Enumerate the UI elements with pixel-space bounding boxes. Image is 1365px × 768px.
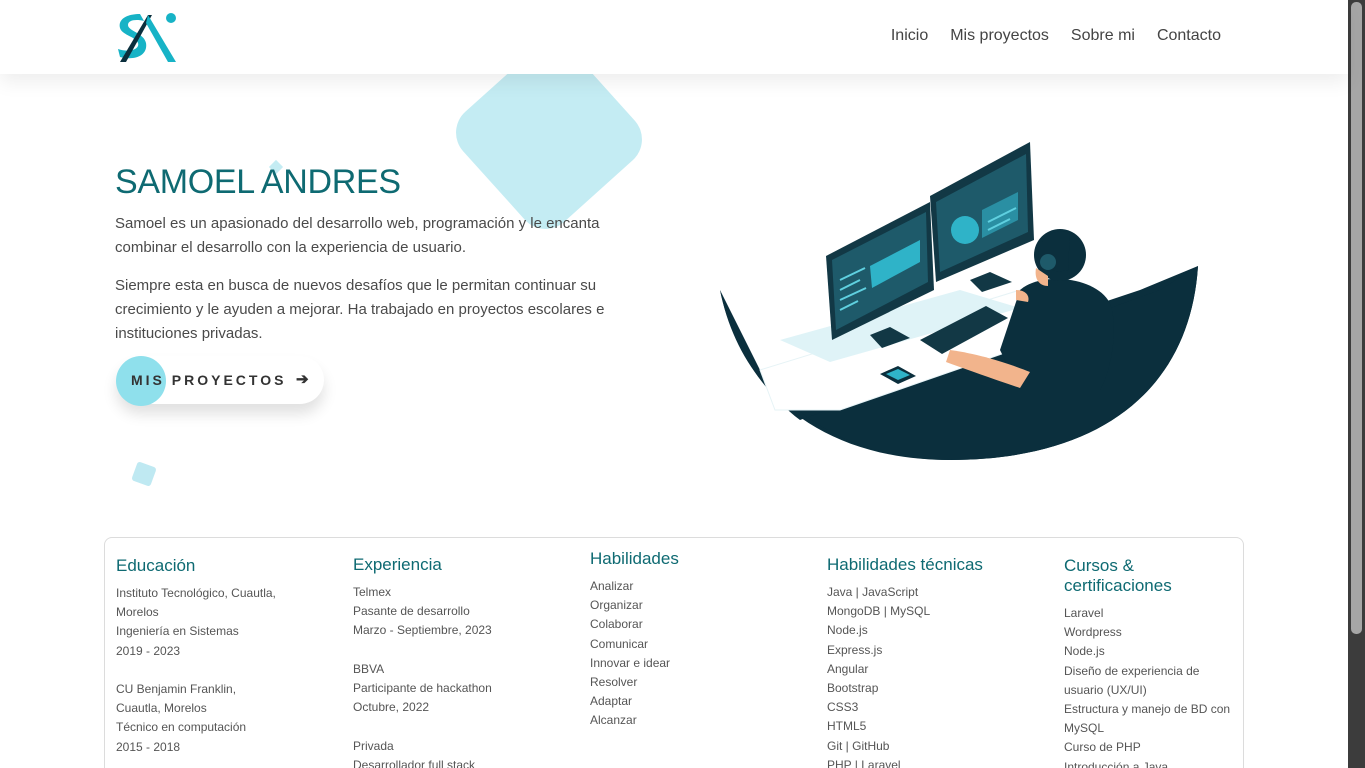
list-item: Telmex: [353, 585, 392, 599]
nav-contacto-link[interactable]: Contacto: [1157, 27, 1221, 45]
list-item: CU Benjamin Franklin,: [116, 682, 237, 696]
list-item: Marzo - Septiembre, 2023: [353, 623, 492, 638]
list-item: Diseño de experiencia de: [1064, 663, 1200, 678]
list-item: Cuautla, Morelos: [116, 701, 207, 716]
list-item: Angular: [827, 661, 869, 676]
list-item: MySQL: [1064, 721, 1105, 736]
list-item: Introducción a Java: [1064, 759, 1169, 768]
nav-mis-proyectos-link[interactable]: Mis proyectos: [950, 27, 1049, 45]
list-spacer: [353, 641, 573, 660]
list-item: Instituto Tecnológico, Cuautla,: [116, 586, 276, 600]
list-item: Express.js: [827, 642, 883, 657]
list-item: Colaborar: [590, 617, 643, 632]
nav-sobre-mi-link[interactable]: Sobre mi: [1071, 27, 1135, 45]
list-item: usuario (UX/UI): [1064, 682, 1147, 697]
list-item: Octubre, 2022: [353, 700, 430, 715]
developer-illustration: [720, 142, 1198, 460]
list-item: Adaptar: [590, 694, 633, 709]
list-item: Privada: [353, 738, 394, 753]
list-item: Wordpress: [1064, 625, 1122, 640]
list-item: Resolver: [590, 675, 638, 690]
list-item: PHP | Laravel: [827, 757, 901, 768]
arrow-right-icon: ➔: [296, 371, 309, 388]
list-item: Ingeniería en Sistemas: [116, 624, 239, 639]
list-item: Laravel: [1064, 606, 1104, 620]
list-item: Morelos: [116, 605, 159, 620]
courses-title: Cursos & certificaciones: [1064, 556, 1172, 595]
list-item: Pasante de desarrollo: [353, 604, 470, 619]
main-nav: Inicio Mis proyectos Sobre mi Contacto: [891, 27, 1221, 45]
list-item: Java | JavaScript: [827, 585, 919, 599]
hero-section: SAMOEL ANDRES Samoel es un apasionado de…: [115, 163, 615, 360]
hero-paragraph: Samoel es un apasionado del desarrollo w…: [115, 215, 600, 256]
logo-icon[interactable]: [114, 11, 180, 65]
list-item: Bootstrap: [827, 681, 879, 696]
decorative-shape: [131, 461, 157, 487]
list-item: Organizar: [590, 598, 643, 613]
list-item: Node.js: [1064, 644, 1105, 659]
list-item: Innovar e idear: [590, 655, 671, 670]
technical-skills-title: Habilidades técnicas: [827, 555, 983, 574]
list-item: CSS3: [827, 700, 859, 715]
skills-column: Habilidades Analizar Organizar Colaborar…: [590, 549, 810, 731]
hero-title: SAMOEL ANDRES: [115, 163, 401, 201]
list-item: Comunicar: [590, 636, 649, 651]
list-item: Node.js: [827, 623, 868, 638]
mis-proyectos-button[interactable]: MIS PROYECTOS ➔: [116, 356, 324, 406]
info-card: Educación Instituto Tecnológico, Cuautla…: [104, 537, 1244, 768]
list-spacer: [353, 717, 573, 736]
experience-title: Experiencia: [353, 555, 442, 574]
skills-title: Habilidades: [590, 549, 679, 568]
courses-column: Cursos & certificaciones Laravel Wordpre…: [1064, 556, 1239, 768]
site-header: Inicio Mis proyectos Sobre mi Contacto: [0, 0, 1348, 74]
list-item: BBVA: [353, 661, 385, 676]
experience-column: Experiencia Telmex Pasante de desarrollo…: [353, 555, 573, 768]
hero-paragraph: Siempre esta en busca de nuevos desafíos…: [115, 277, 605, 342]
vertical-scrollbar[interactable]: [1348, 0, 1365, 768]
list-item: Desarrollador full stack: [353, 757, 476, 768]
technical-skills-column: Habilidades técnicas Java | JavaScript M…: [827, 555, 1047, 768]
cta-label: MIS PROYECTOS: [131, 372, 287, 388]
list-spacer: [116, 661, 336, 680]
list-item: Git | GitHub: [827, 738, 890, 753]
scrollbar-thumb[interactable]: [1351, 2, 1362, 634]
education-column: Educación Instituto Tecnológico, Cuautla…: [116, 556, 336, 757]
education-title: Educación: [116, 556, 196, 575]
list-item: Estructura y manejo de BD con: [1064, 702, 1231, 717]
list-item: Curso de PHP: [1064, 740, 1141, 755]
list-item: MongoDB | MySQL: [827, 604, 931, 619]
nav-inicio-link[interactable]: Inicio: [891, 27, 928, 45]
list-item: Analizar: [590, 579, 634, 593]
list-item: HTML5: [827, 719, 867, 734]
list-item: Técnico en computación: [116, 720, 247, 735]
list-item: Participante de hackathon: [353, 681, 492, 695]
list-item: Alcanzar: [590, 713, 637, 728]
list-item: 2019 - 2023: [116, 643, 181, 658]
list-item: 2015 - 2018: [116, 739, 181, 754]
